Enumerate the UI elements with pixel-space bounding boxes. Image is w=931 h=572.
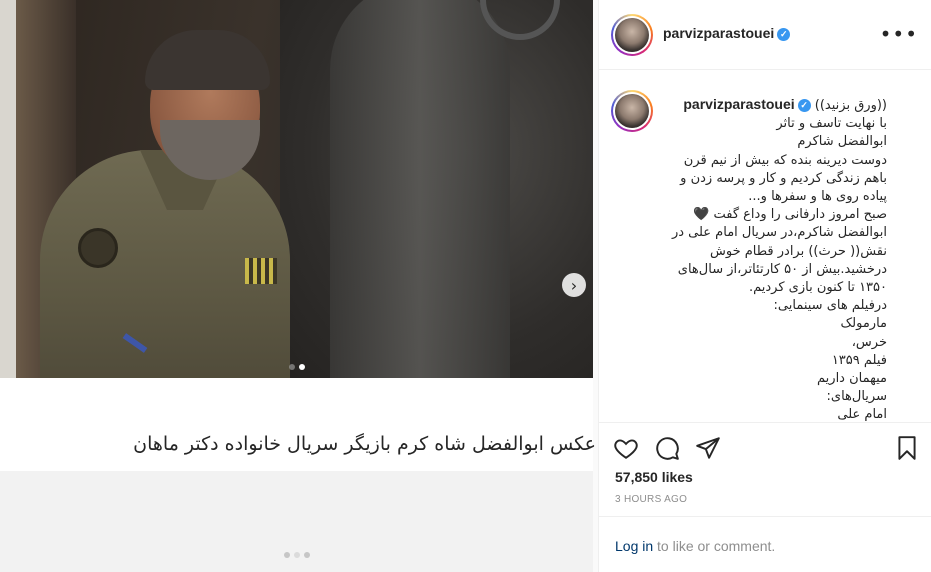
caption-line: ابوالفضل شاکرم،در سریال امام علی در [671,225,887,241]
carousel-dot [288,364,295,370]
login-prompt-text: to like or comment. [653,538,776,554]
bookmark-icon [898,436,916,460]
caption-line: دوست دیرینه بنده که بیش از نیم قرن [683,152,887,168]
post-header: parvizparastouei ✓ ••• [599,0,931,70]
action-bar [599,422,931,470]
carousel-dot-active [293,552,300,558]
caption-text: ((ورق بزنید)) ✓parvizparastouei با نهایت… [665,95,887,422]
photo-blurred-figure [330,0,510,378]
caption-line: پیاده روی ها و سفرها و... [748,189,887,205]
post-timestamp[interactable]: 3 HOURS AGO [615,494,687,505]
carousel-indicator-secondary [0,552,593,558]
caption-line: امام علی [837,407,887,422]
carousel-dot-active [298,364,305,370]
photo-wall [0,0,16,378]
login-bar: Log in to like or comment. [599,516,931,572]
photo-rank-stripes [245,258,277,284]
caption-line: نقش(( حرث)) برادر قطام خوش [709,243,887,259]
comments-area: ((ورق بزنید)) ✓parvizparastouei با نهایت… [599,70,931,422]
caption-line-0: ((ورق بزنید)) ✓parvizparastouei [683,96,887,113]
carousel-dot [283,552,290,558]
caption-line: ابوالفضل شاکرم [797,134,887,150]
caption-line: درفیلم های سینمایی: [773,298,887,314]
next-slide-button[interactable]: › [562,273,586,297]
comment-button[interactable] [654,435,680,461]
avatar[interactable] [611,14,653,56]
photo-shoulder-badge [78,228,118,268]
caption-line: صبح امروز دارفانی را وداع گفت 🖤 [693,207,887,223]
save-button[interactable] [894,435,920,461]
caption-line: درخشید.بیش از ۵۰ کارتئاتر،از سال‌های [677,261,887,277]
chevron-right-icon: › [570,275,578,295]
caption-line: مارمولک [840,316,887,332]
carousel-indicator [0,364,593,370]
comment-icon [656,437,679,460]
verified-badge-icon: ✓ [777,27,791,41]
more-options-button[interactable]: ••• [880,22,918,46]
caption-line: باهم زندگی کردیم و کار و پرسه زدن و [680,170,887,186]
caption-line: فیلم ۱۳۵۹ [831,352,887,368]
share-button[interactable] [695,435,721,461]
caption-avatar[interactable] [611,90,653,132]
caption-line: خرس، [851,334,887,350]
post-details: parvizparastouei ✓ ••• ((ورق بزنید)) ✓par… [598,0,931,572]
login-link[interactable]: Log in [615,538,653,554]
post-photo[interactable] [0,0,593,378]
media-caption-text: عکس ابوالفضل شاه کرم بازیگر سریال خانواد… [133,433,596,455]
caption-line: میهمان داریم [817,371,887,387]
likes-count[interactable]: 57,850 likes [615,469,693,485]
username-link[interactable]: parvizparastouei ✓ [663,25,791,41]
caption-line: با نهایت تاسف و تاثر [776,116,887,132]
username-text[interactable]: parvizparastouei [663,25,774,41]
verified-badge-icon: ✓ [797,98,811,112]
carousel-dot [303,552,310,558]
caption-line: ۱۳۵۰ تا کنون بازی کردیم. [748,280,887,296]
heart-icon [614,439,638,459]
paper-plane-icon [696,437,720,459]
post-media: › عکس ابوالفضل شاه کرم بازیگر سریال خانو… [0,0,598,572]
media-caption-band [0,378,593,471]
caption-username[interactable]: ✓parvizparastouei [683,96,811,112]
login-prompt: Log in to like or comment. [615,538,775,554]
photo-hair [145,30,270,90]
caption-line: سریال‌های: [826,389,887,405]
more-options-icon: ••• [879,22,918,46]
like-button[interactable] [613,435,639,461]
